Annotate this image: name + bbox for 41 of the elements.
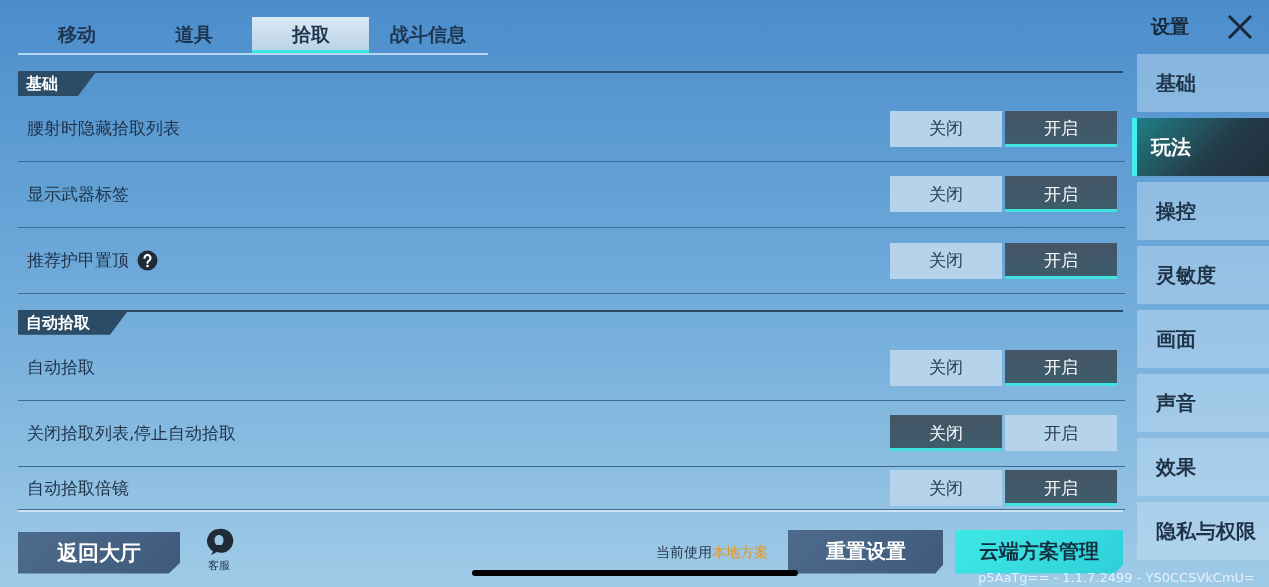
toggle-option[interactable]: 关闭 (890, 242, 1002, 279)
back-button[interactable]: 返回大厅 (18, 531, 180, 574)
setting-label: 显示武器标签 (27, 182, 129, 206)
sidebar-item[interactable]: 效果 (1137, 438, 1269, 496)
status-text: 当前使用 (656, 543, 712, 562)
section-header: 基础 (18, 72, 96, 96)
toggle-option[interactable]: 关闭 (890, 415, 1002, 452)
sidebar-item[interactable]: 基础 (1137, 54, 1269, 112)
setting-label: 推荐护甲置顶 (27, 249, 129, 273)
setting-label: 关闭拾取列表,停止自动拾取 (27, 421, 237, 445)
toggle-option[interactable]: 关闭 (890, 349, 1002, 386)
setting-label: 腰射时隐藏拾取列表 (27, 117, 180, 141)
sidebar-item[interactable]: 玩法 (1132, 118, 1269, 176)
toggle-option[interactable]: 开启 (1005, 415, 1117, 452)
toggle-option[interactable]: 开启 (1005, 176, 1117, 213)
settings-title: 设置 (1151, 14, 1189, 39)
toggle-option[interactable]: 开启 (1005, 470, 1117, 507)
tab[interactable]: 道具 (135, 17, 252, 54)
plan-name: 本地方案 (712, 543, 768, 562)
toggle-option[interactable]: 开启 (1005, 110, 1117, 147)
tab[interactable]: 移动 (18, 17, 135, 54)
toggle-option[interactable]: 开启 (1005, 349, 1117, 386)
toggle-option[interactable]: 关闭 (890, 176, 1002, 213)
toggle-option[interactable]: 关闭 (890, 470, 1002, 507)
toggle-option[interactable]: 关闭 (890, 110, 1002, 147)
service-label[interactable]: 客服 (208, 557, 230, 573)
reset-button[interactable]: 重置设置 (788, 529, 943, 574)
tab[interactable]: 战斗信息 (369, 17, 486, 54)
sidebar-item[interactable]: 操控 (1137, 182, 1269, 240)
sidebar-item[interactable]: 隐私与权限 (1137, 502, 1269, 560)
sidebar-item[interactable]: 画面 (1137, 310, 1269, 368)
setting-label: 自动拾取 (27, 356, 95, 379)
cloud-plan-button[interactable]: 云端方案管理 (955, 529, 1123, 574)
tab[interactable]: 拾取 (252, 17, 369, 54)
help-icon[interactable] (137, 250, 158, 272)
sidebar-item[interactable]: 灵敏度 (1137, 246, 1269, 304)
section-header: 自动拾取 (18, 310, 128, 335)
sidebar-item[interactable]: 声音 (1137, 374, 1269, 432)
toggle-option[interactable]: 开启 (1005, 242, 1117, 279)
setting-label: 自动拾取倍镜 (27, 476, 129, 500)
close-button[interactable] (1227, 14, 1253, 40)
